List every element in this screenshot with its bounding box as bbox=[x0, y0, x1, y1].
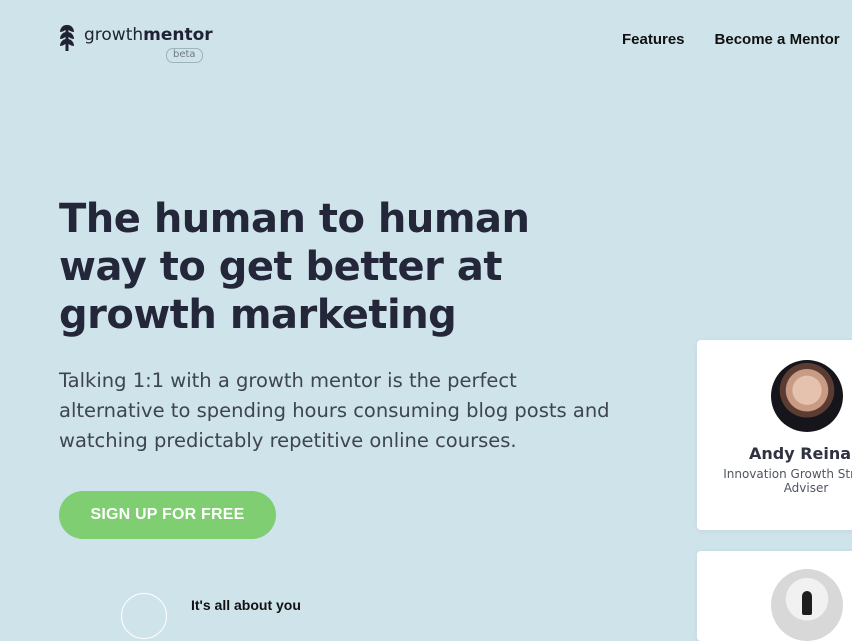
brand-name-light: growth bbox=[84, 25, 144, 45]
beta-badge: beta bbox=[166, 48, 203, 63]
mentor-avatar-secondary bbox=[771, 569, 843, 641]
hero-title: The human to human way to get better at … bbox=[59, 196, 530, 338]
main-nav: Features Become a Mentor bbox=[622, 31, 840, 48]
circle-icon bbox=[121, 593, 167, 639]
mentor-role: Innovation Growth Stra and Adviser bbox=[723, 467, 852, 495]
mentor-card-secondary[interactable] bbox=[697, 551, 852, 641]
site-header: growthmentor beta Features Become a Ment… bbox=[0, 0, 852, 70]
hero-subtitle: Talking 1:1 with a growth mentor is the … bbox=[59, 369, 610, 452]
brand-wordmark: growthmentor beta bbox=[84, 25, 213, 63]
mentor-avatar bbox=[771, 360, 843, 432]
nav-features-link[interactable]: Features bbox=[622, 31, 685, 48]
mentor-card[interactable]: Andy Reinake Innovation Growth Stra and … bbox=[697, 340, 852, 530]
signup-button[interactable]: SIGN UP FOR FREE bbox=[59, 491, 276, 539]
mentor-name: Andy Reinake bbox=[749, 444, 852, 463]
brand-name-bold: mentor bbox=[143, 25, 213, 45]
growthmentor-logo[interactable]: growthmentor beta bbox=[59, 21, 213, 63]
wheat-icon bbox=[60, 25, 74, 51]
section-heading: It's all about you bbox=[191, 597, 301, 613]
person-figure-icon bbox=[802, 591, 812, 615]
nav-become-mentor-link[interactable]: Become a Mentor bbox=[715, 31, 840, 48]
